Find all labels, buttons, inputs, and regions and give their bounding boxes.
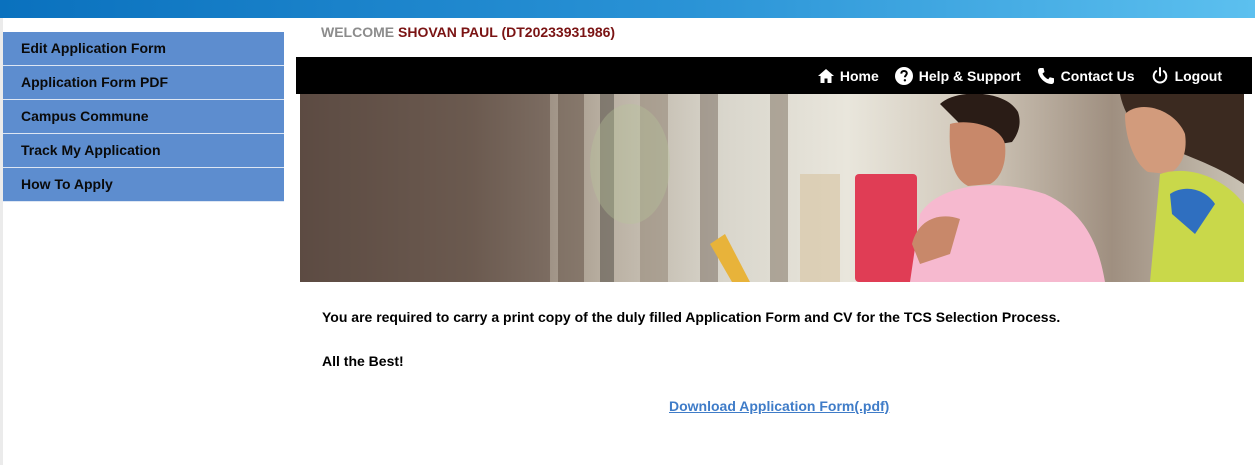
nav-logout-label: Logout: [1174, 67, 1222, 84]
nav-help-link[interactable]: Help & Support: [894, 66, 1021, 85]
nav-contact-link[interactable]: Contact Us: [1037, 67, 1135, 85]
hero-banner-image: [300, 94, 1244, 282]
top-header-bar: [0, 0, 1255, 18]
nav-links: Home Help & Support Contact Us Logout: [802, 57, 1222, 94]
nav-contact-label: Contact Us: [1060, 67, 1135, 84]
download-application-form-link[interactable]: Download Application Form(.pdf): [669, 398, 889, 414]
help-icon: [894, 66, 913, 85]
nav-home-link[interactable]: Home: [817, 67, 879, 84]
banner-photo: [300, 94, 1244, 282]
sidebar-item-track-my-application[interactable]: Track My Application: [3, 134, 284, 168]
home-icon: [817, 68, 834, 83]
welcome-message: WELCOME SHOVAN PAUL (DT20233931986): [321, 24, 615, 40]
nav-help-label: Help & Support: [918, 67, 1021, 84]
nav-home-label: Home: [839, 67, 879, 84]
print-copy-notice: You are required to carry a print copy o…: [322, 309, 1061, 325]
sidebar-item-application-form-pdf[interactable]: Application Form PDF: [3, 66, 284, 100]
user-name: SHOVAN PAUL (DT20233931986): [398, 24, 616, 40]
sidebar-item-edit-application-form[interactable]: Edit Application Form: [3, 32, 284, 66]
closing-message: All the Best!: [322, 353, 404, 369]
top-navbar: Home Help & Support Contact Us Logout: [296, 57, 1252, 94]
nav-logout-link[interactable]: Logout: [1151, 66, 1222, 85]
power-icon: [1152, 66, 1167, 84]
phone-icon: [1037, 67, 1054, 84]
welcome-label: WELCOME: [321, 24, 395, 40]
sidebar-item-campus-commune[interactable]: Campus Commune: [3, 100, 284, 134]
sidebar: Edit Application Form Application Form P…: [3, 32, 284, 202]
sidebar-item-how-to-apply[interactable]: How To Apply: [3, 168, 284, 202]
